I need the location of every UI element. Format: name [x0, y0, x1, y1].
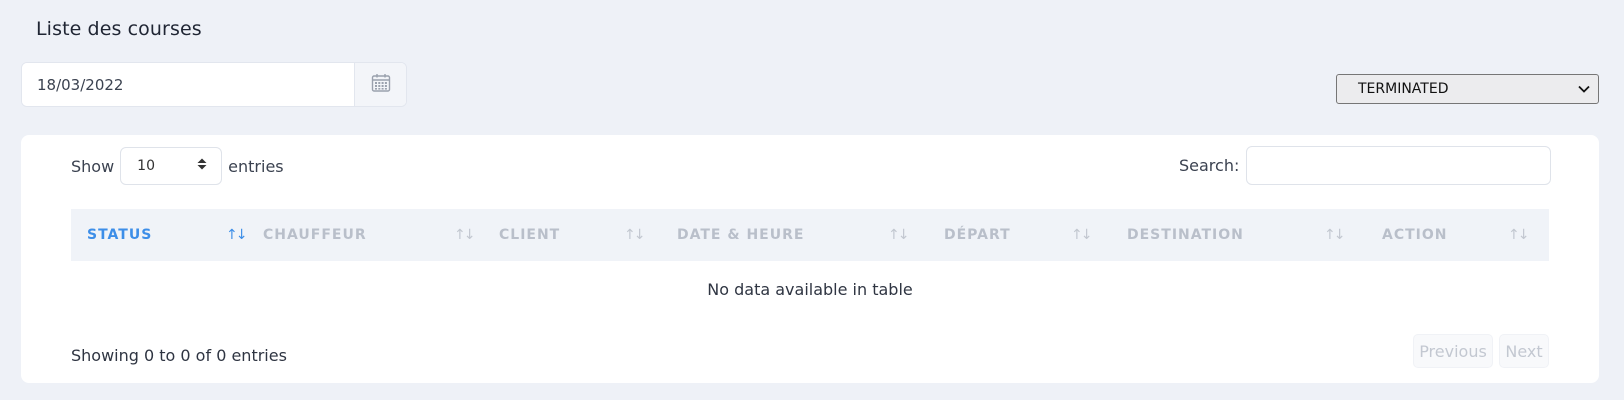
status-filter-value: TERMINATED: [1358, 81, 1449, 97]
sort-icon[interactable]: ↑↓: [1071, 227, 1093, 243]
entries-length-select[interactable]: 10: [120, 147, 223, 185]
table-header: STATUS ↑↓ CHAUFFEUR ↑↓ CLIENT ↑↓ DATE & …: [71, 209, 1549, 261]
previous-button[interactable]: Previous: [1413, 334, 1493, 368]
sort-icon[interactable]: ↑↓: [624, 227, 646, 243]
sort-icon[interactable]: ↑↓: [888, 227, 910, 243]
calendar-button[interactable]: [354, 63, 406, 106]
entries-length-value: 10: [137, 158, 155, 174]
column-header-status[interactable]: STATUS: [87, 209, 152, 261]
search-input[interactable]: [1246, 146, 1552, 185]
search-label: Search:: [1179, 156, 1240, 175]
column-header-destination[interactable]: DESTINATION: [1127, 209, 1244, 261]
table-search: Search:: [1179, 146, 1552, 185]
table-info: Showing 0 to 0 of 0 entries: [71, 346, 287, 365]
page-title: Liste des courses: [36, 18, 202, 40]
sort-updown-icon: [197, 158, 207, 174]
entries-length-control: Show 10 entries: [71, 147, 284, 185]
column-header-client[interactable]: CLIENT: [499, 209, 560, 261]
entries-label: entries: [228, 156, 284, 176]
empty-table-message: No data available in table: [707, 279, 913, 299]
table-card: Show 10 entries Search: STATUS ↑↓ CHAUFF…: [21, 135, 1599, 383]
sort-icon[interactable]: ↑↓: [1508, 227, 1530, 243]
column-header-action[interactable]: ACTION: [1382, 209, 1448, 261]
next-button[interactable]: Next: [1499, 334, 1549, 368]
status-filter-select[interactable]: TERMINATED: [1336, 74, 1599, 104]
sort-asc-icon[interactable]: ↑↓: [226, 227, 248, 243]
chevron-down-icon: [1578, 81, 1590, 97]
date-picker[interactable]: [21, 62, 407, 107]
column-header-chauffeur[interactable]: CHAUFFEUR: [263, 209, 367, 261]
sort-icon[interactable]: ↑↓: [1324, 227, 1346, 243]
calendar-icon: [371, 73, 391, 97]
column-header-date-heure[interactable]: DATE & HEURE: [677, 209, 804, 261]
date-input[interactable]: [22, 63, 354, 106]
column-header-depart[interactable]: DÉPART: [944, 209, 1011, 261]
show-label: Show: [71, 156, 115, 176]
sort-icon[interactable]: ↑↓: [454, 227, 476, 243]
